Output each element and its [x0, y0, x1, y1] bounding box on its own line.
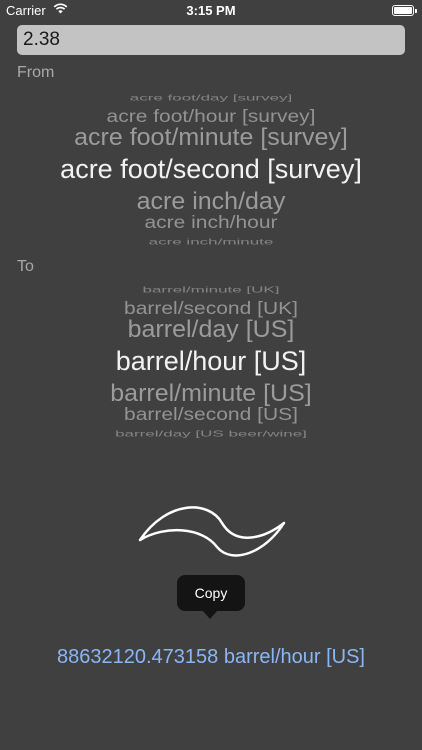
to-unit-picker[interactable]: barrel/minute [UK] barrel/second [UK] barr… — [0, 280, 422, 442]
to-picker-item[interactable]: barrel/second [UK] — [0, 299, 422, 316]
to-picker-item[interactable]: barrel/minute [UK] — [0, 285, 422, 294]
clock: 3:15 PM — [186, 3, 236, 18]
from-picker-item[interactable]: acre inch/minute — [0, 237, 422, 246]
to-label: To — [17, 258, 34, 275]
from-label: From — [17, 64, 55, 81]
conversion-result[interactable]: 88632120.473158 barrel/hour [US] — [0, 646, 422, 669]
from-unit-picker[interactable]: acre foot/day [survey] acre foot/hour [su… — [0, 88, 422, 250]
from-picker-item[interactable]: acre inch/hour — [0, 213, 422, 230]
to-picker-item[interactable]: barrel/day [US] — [0, 316, 422, 341]
from-picker-item[interactable]: acre foot/hour [survey] — [0, 107, 422, 124]
from-picker-item[interactable]: acre inch/day — [0, 188, 422, 213]
battery-icon — [392, 5, 417, 16]
to-picker-item[interactable]: barrel/minute [US] — [0, 380, 422, 405]
from-picker-selected-item[interactable]: acre foot/second [survey] — [0, 155, 422, 183]
tooltip-arrow — [202, 610, 218, 619]
copy-label: Copy — [194, 585, 228, 601]
swap-units-icon[interactable] — [137, 505, 287, 575]
from-picker-item[interactable]: acre foot/minute [survey] — [0, 124, 422, 149]
status-bar: Carrier 3:15 PM — [0, 0, 422, 22]
to-picker-item[interactable]: barrel/second [US] — [0, 405, 422, 422]
copy-button[interactable]: Copy — [177, 575, 245, 611]
amount-input[interactable] — [17, 25, 405, 55]
to-picker-item[interactable]: barrel/day [US beer/wine] — [0, 429, 422, 438]
from-picker-item[interactable]: acre foot/day [survey] — [0, 93, 422, 102]
to-picker-selected-item[interactable]: barrel/hour [US] — [0, 347, 422, 375]
